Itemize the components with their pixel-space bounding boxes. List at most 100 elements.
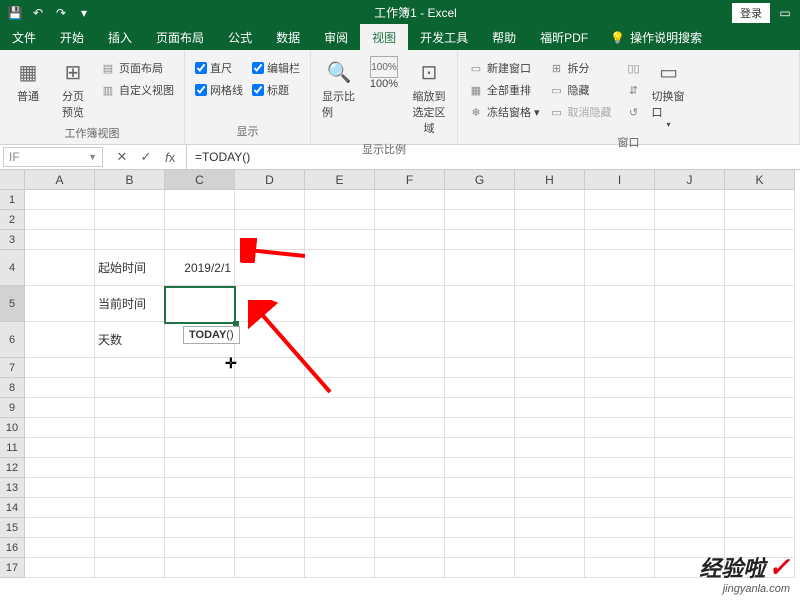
cell-I11[interactable] — [585, 438, 655, 458]
cell-B4[interactable]: 起始时间 — [95, 250, 165, 286]
cell-I6[interactable] — [585, 322, 655, 358]
cell-C9[interactable] — [165, 398, 235, 418]
freeze-panes-button[interactable]: ❄冻结窗格▾ — [466, 102, 542, 122]
cell-C5[interactable]: =TODAY() — [165, 286, 235, 322]
row-header-16[interactable]: 16 — [0, 538, 25, 558]
row-header-1[interactable]: 1 — [0, 190, 25, 210]
cell-D11[interactable] — [235, 438, 305, 458]
cell-A2[interactable] — [25, 210, 95, 230]
cell-J4[interactable] — [655, 250, 725, 286]
cell-C15[interactable] — [165, 518, 235, 538]
cell-J6[interactable] — [655, 322, 725, 358]
cell-J8[interactable] — [655, 378, 725, 398]
cell-G6[interactable] — [445, 322, 515, 358]
cell-I8[interactable] — [585, 378, 655, 398]
cell-H5[interactable] — [515, 286, 585, 322]
cell-E15[interactable] — [305, 518, 375, 538]
cell-D17[interactable] — [235, 558, 305, 578]
cell-E10[interactable] — [305, 418, 375, 438]
tab-developer[interactable]: 开发工具 — [408, 24, 480, 51]
tell-me-search[interactable]: 💡 操作说明搜索 — [610, 29, 702, 46]
page-layout-button[interactable]: ▤页面布局 — [98, 58, 176, 78]
cell-K12[interactable] — [725, 458, 795, 478]
cell-H3[interactable] — [515, 230, 585, 250]
cell-H9[interactable] — [515, 398, 585, 418]
cell-F10[interactable] — [375, 418, 445, 438]
column-header-I[interactable]: I — [585, 170, 655, 190]
cell-C8[interactable] — [165, 378, 235, 398]
cell-I17[interactable] — [585, 558, 655, 578]
cell-C16[interactable] — [165, 538, 235, 558]
cell-K15[interactable] — [725, 518, 795, 538]
cell-H13[interactable] — [515, 478, 585, 498]
cell-D7[interactable] — [235, 358, 305, 378]
cell-D14[interactable] — [235, 498, 305, 518]
cell-G17[interactable] — [445, 558, 515, 578]
cell-H10[interactable] — [515, 418, 585, 438]
zoom-selection-button[interactable]: ⊡ 缩放到 选定区域 — [409, 53, 449, 139]
cell-D6[interactable] — [235, 322, 305, 358]
cell-H11[interactable] — [515, 438, 585, 458]
column-header-A[interactable]: A — [25, 170, 95, 190]
cell-B11[interactable] — [95, 438, 165, 458]
row-header-8[interactable]: 8 — [0, 378, 25, 398]
switch-windows-button[interactable]: ▭ 切换窗口 ▾ — [649, 53, 689, 132]
tab-formulas[interactable]: 公式 — [216, 24, 264, 51]
row-header-7[interactable]: 7 — [0, 358, 25, 378]
undo-icon[interactable]: ↶ — [28, 4, 48, 22]
cell-B5[interactable]: 当前时间 — [95, 286, 165, 322]
custom-views-button[interactable]: ▥自定义视图 — [98, 80, 176, 100]
cell-E7[interactable] — [305, 358, 375, 378]
cell-A1[interactable] — [25, 190, 95, 210]
cell-I2[interactable] — [585, 210, 655, 230]
cell-H14[interactable] — [515, 498, 585, 518]
gridlines-checkbox[interactable]: 网格线 — [193, 80, 245, 100]
cell-A6[interactable] — [25, 322, 95, 358]
zoom-100-button[interactable]: 100% 100% — [364, 53, 404, 93]
cell-E11[interactable] — [305, 438, 375, 458]
cell-A16[interactable] — [25, 538, 95, 558]
cell-J11[interactable] — [655, 438, 725, 458]
cell-H6[interactable] — [515, 322, 585, 358]
cell-D8[interactable] — [235, 378, 305, 398]
row-header-9[interactable]: 9 — [0, 398, 25, 418]
cell-C11[interactable] — [165, 438, 235, 458]
column-header-H[interactable]: H — [515, 170, 585, 190]
tab-home[interactable]: 开始 — [48, 24, 96, 51]
cell-G10[interactable] — [445, 418, 515, 438]
cell-F8[interactable] — [375, 378, 445, 398]
cell-E2[interactable] — [305, 210, 375, 230]
cell-F1[interactable] — [375, 190, 445, 210]
tab-help[interactable]: 帮助 — [480, 24, 528, 51]
cell-J1[interactable] — [655, 190, 725, 210]
column-header-J[interactable]: J — [655, 170, 725, 190]
cell-I5[interactable] — [585, 286, 655, 322]
cell-F3[interactable] — [375, 230, 445, 250]
zoom-button[interactable]: 🔍 显示比例 — [319, 53, 359, 123]
cell-E17[interactable] — [305, 558, 375, 578]
cell-K5[interactable] — [725, 286, 795, 322]
cell-E3[interactable] — [305, 230, 375, 250]
cell-B8[interactable] — [95, 378, 165, 398]
select-all-corner[interactable] — [0, 170, 25, 190]
cell-I12[interactable] — [585, 458, 655, 478]
cell-A10[interactable] — [25, 418, 95, 438]
cell-D1[interactable] — [235, 190, 305, 210]
column-header-C[interactable]: C — [165, 170, 235, 190]
cell-K3[interactable] — [725, 230, 795, 250]
cell-F9[interactable] — [375, 398, 445, 418]
cell-H12[interactable] — [515, 458, 585, 478]
headings-checkbox[interactable]: 标题 — [250, 80, 302, 100]
ruler-checkbox[interactable]: 直尺 — [193, 58, 245, 78]
cell-A11[interactable] — [25, 438, 95, 458]
cell-G4[interactable] — [445, 250, 515, 286]
qat-dropdown-icon[interactable]: ▾ — [74, 4, 94, 22]
cell-G1[interactable] — [445, 190, 515, 210]
cell-D15[interactable] — [235, 518, 305, 538]
cell-D10[interactable] — [235, 418, 305, 438]
cell-I13[interactable] — [585, 478, 655, 498]
cell-F17[interactable] — [375, 558, 445, 578]
cell-G15[interactable] — [445, 518, 515, 538]
cell-B1[interactable] — [95, 190, 165, 210]
cell-E13[interactable] — [305, 478, 375, 498]
